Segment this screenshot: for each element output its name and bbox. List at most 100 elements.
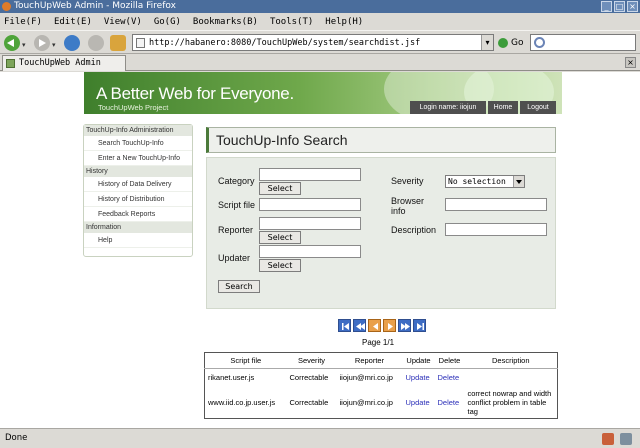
forward-icon[interactable] [34, 35, 50, 51]
sidebar-heading-administration: TouchUp-Info Administration [84, 125, 192, 136]
sidebar-item-history-distribution[interactable]: History of Distribution [84, 192, 192, 207]
tab-strip: TouchUpWeb Admin × [0, 55, 640, 71]
update-link[interactable]: Update [403, 369, 435, 387]
menu-file[interactable]: File(F) [4, 17, 42, 27]
column-severity: Severity [286, 352, 337, 369]
category-input[interactable] [259, 168, 361, 181]
forward-history-dropdown-icon[interactable]: ▾ [52, 41, 56, 49]
status-bar: Done [0, 428, 640, 448]
window-controls: _ □ × [601, 1, 638, 12]
menu-bookmarks[interactable]: Bookmarks(B) [193, 17, 258, 27]
update-link[interactable]: Update [403, 387, 435, 419]
first-page-icon[interactable] [338, 319, 351, 332]
page-icon [136, 38, 145, 48]
go-button[interactable]: Go [498, 36, 523, 50]
back-history-dropdown-icon[interactable]: ▾ [22, 41, 26, 49]
browser-info-label: Browser info [391, 196, 425, 216]
column-update: Update [402, 352, 435, 369]
delete-link[interactable]: Delete [435, 369, 465, 387]
sidebar-item-enter-new-touchup-info[interactable]: Enter a New TouchUp-Info [84, 151, 192, 166]
cell-reporter: iiojun@mri.co.jp [339, 373, 393, 383]
browser-info-input[interactable] [445, 198, 547, 211]
window-title-bar: TouchUpWeb Admin - Mozilla Firefox _ □ × [0, 0, 640, 13]
close-window-button[interactable]: × [627, 1, 638, 12]
sidebar-item-search-touchup-info[interactable]: Search TouchUp-Info [84, 136, 192, 151]
menu-bar: File(F) Edit(E) View(V) Go(G) Bookmarks(… [0, 13, 640, 30]
window-title: TouchUpWeb Admin - Mozilla Firefox [14, 1, 176, 11]
url-bar[interactable]: http://habanero:8080/TouchUpWeb/system/s… [132, 34, 494, 51]
search-engine-icon[interactable] [534, 37, 545, 48]
updater-label: Updater [218, 253, 251, 263]
web-search-input[interactable] [530, 34, 636, 51]
logout-link[interactable]: Logout [520, 101, 556, 114]
close-tab-icon[interactable]: × [625, 57, 636, 68]
sidebar-item-help[interactable]: Help [84, 233, 192, 248]
url-history-dropdown-icon[interactable]: ▾ [481, 35, 493, 50]
description-input[interactable] [445, 223, 547, 236]
page-title: TouchUp-Info Search [206, 127, 556, 153]
last-page-icon[interactable] [413, 319, 426, 332]
menu-go[interactable]: Go(G) [154, 17, 181, 27]
page-viewport: A Better Web for Everyone. TouchUpWeb Pr… [0, 72, 640, 428]
maximize-button[interactable]: □ [614, 1, 625, 12]
cell-script-file: rikanet.user.js [208, 373, 255, 383]
sidebar-item-feedback-reports[interactable]: Feedback Reports [84, 207, 192, 222]
pagination [338, 319, 426, 332]
category-label: Category [218, 176, 255, 186]
previous-page-icon[interactable] [368, 319, 381, 332]
cell-description [465, 369, 558, 387]
menu-help[interactable]: Help(H) [325, 17, 363, 27]
go-arrow-icon [498, 38, 508, 48]
menu-tools[interactable]: Tools(T) [270, 17, 313, 27]
severity-select[interactable]: No selection [445, 175, 525, 188]
page-info: Page 1/1 [362, 338, 395, 347]
adblock-icon[interactable] [620, 433, 632, 445]
site-banner: A Better Web for Everyone. TouchUpWeb Pr… [84, 72, 562, 114]
sidebar-item-history-data-delivery[interactable]: History of Data Delivery [84, 177, 192, 192]
tab-touchupweb-admin[interactable]: TouchUpWeb Admin [2, 55, 126, 71]
reporter-label: Reporter [218, 225, 254, 235]
menu-edit[interactable]: Edit(E) [54, 17, 92, 27]
updater-input[interactable] [259, 245, 361, 258]
back-icon[interactable] [4, 35, 20, 51]
column-description: Description [464, 352, 558, 369]
sidebar-menu: TouchUp-Info Administration Search Touch… [83, 124, 193, 257]
minimize-button[interactable]: _ [601, 1, 612, 12]
menu-view[interactable]: View(V) [104, 17, 142, 27]
search-form: Category Select Script file Reporter Sel… [206, 157, 556, 309]
severity-selected-value: No selection [448, 177, 506, 186]
reporter-select-button[interactable]: Select [259, 231, 301, 244]
reporter-input[interactable] [259, 217, 361, 230]
column-delete: Delete [434, 352, 465, 369]
table-row: rikanet.user.js Correctable iiojun@mri.c… [205, 369, 558, 387]
description-label: Description [391, 225, 437, 235]
previous-block-icon[interactable] [353, 319, 366, 332]
login-name-label: Login name: iiojun [410, 101, 486, 114]
banner-tagline: A Better Web for Everyone. [96, 84, 294, 103]
stop-icon[interactable] [88, 35, 104, 51]
chevron-down-icon [513, 176, 524, 187]
home-icon[interactable] [110, 35, 126, 51]
category-select-button[interactable]: Select [259, 182, 301, 195]
security-icon[interactable] [602, 433, 614, 445]
script-file-input[interactable] [259, 198, 361, 211]
next-page-icon[interactable] [383, 319, 396, 332]
cell-severity: Correctable [289, 373, 329, 383]
banner-project-name: TouchUpWeb Project [98, 103, 169, 112]
results-table: Script file Severity Reporter Update Del… [204, 352, 558, 419]
table-row: www.iid.co.jp.user.js Correctable iiojun… [205, 387, 558, 419]
search-button[interactable]: Search [218, 280, 260, 293]
column-reporter: Reporter [336, 352, 403, 369]
tab-label: TouchUpWeb Admin [19, 58, 101, 68]
next-block-icon[interactable] [398, 319, 411, 332]
go-label: Go [511, 38, 524, 48]
delete-link[interactable]: Delete [435, 387, 465, 419]
url-text: http://habanero:8080/TouchUpWeb/system/s… [149, 37, 421, 48]
home-link[interactable]: Home [488, 101, 518, 114]
updater-select-button[interactable]: Select [259, 259, 301, 272]
cell-severity: Correctable [289, 397, 329, 407]
sidebar-heading-information: Information [84, 222, 192, 233]
sidebar-heading-history: History [84, 166, 192, 177]
reload-icon[interactable] [64, 35, 80, 51]
cell-script-file: www.iid.co.jp.user.js [208, 397, 276, 407]
